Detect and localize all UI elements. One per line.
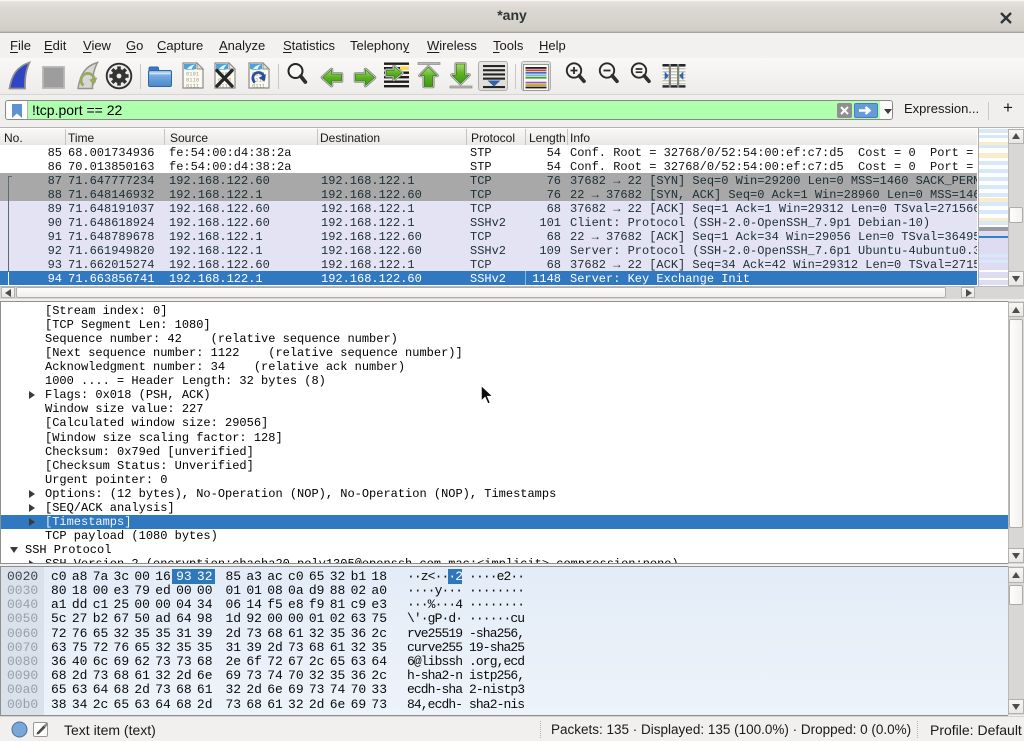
svg-text:0111: 0111 [186,83,200,90]
svg-text:0111: 0111 [252,83,266,90]
